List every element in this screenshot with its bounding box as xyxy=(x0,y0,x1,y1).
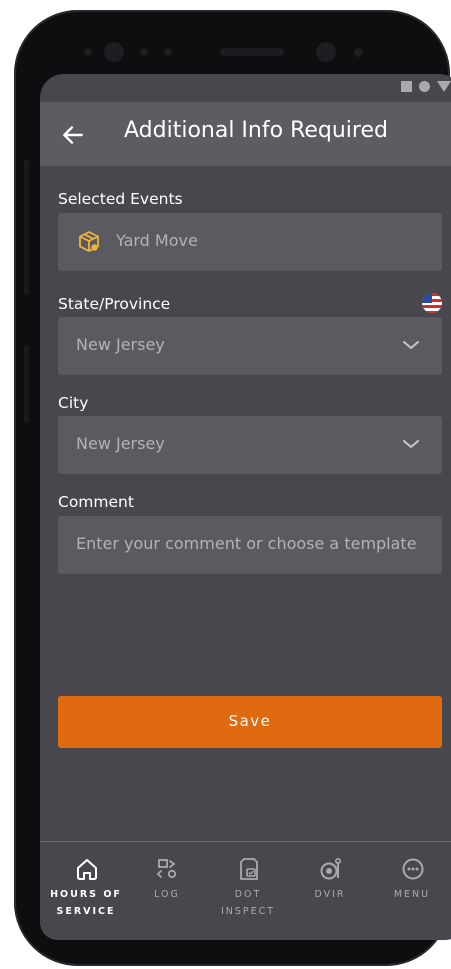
side-button xyxy=(24,160,29,295)
sensor-dot xyxy=(164,48,172,56)
city-label: City xyxy=(58,394,89,412)
nav-dot-inspect[interactable]: DOT INSPECT xyxy=(208,842,288,940)
log-icon xyxy=(156,859,177,879)
comment-placeholder: Enter your comment or choose a template xyxy=(76,534,417,553)
phone-frame: Additional Info Required Selected Events… xyxy=(14,10,451,966)
state-value: New Jersey xyxy=(76,335,165,354)
nav-dvir[interactable]: DVIR xyxy=(290,842,370,940)
page-title: Additional Info Required xyxy=(124,118,388,143)
earpiece-speaker xyxy=(220,48,284,56)
notification-icon xyxy=(401,81,412,92)
nav-menu[interactable]: MENU xyxy=(372,842,451,940)
city-select[interactable]: New Jersey xyxy=(58,416,442,474)
comment-input[interactable]: Enter your comment or choose a template xyxy=(58,516,442,574)
sensor-dot xyxy=(140,48,148,56)
state-select[interactable]: New Jersey xyxy=(58,317,442,375)
save-button[interactable]: Save xyxy=(58,696,442,748)
chevron-down-icon xyxy=(403,341,419,349)
selected-events-label: Selected Events xyxy=(58,190,183,208)
city-value: New Jersey xyxy=(76,434,165,453)
nav-hours-of-service[interactable]: HOURS OF SERVICE xyxy=(46,842,126,940)
sensor-dot xyxy=(84,48,92,56)
menu-dots-icon xyxy=(402,858,424,880)
arrow-left-icon[interactable] xyxy=(60,122,86,148)
nav-label: HOURS OF SERVICE xyxy=(50,889,122,917)
selected-event-value: Yard Move xyxy=(116,231,198,250)
clipboard-check-icon xyxy=(240,858,258,880)
status-dot-icon xyxy=(419,81,430,92)
front-camera xyxy=(104,42,124,62)
package-box-icon xyxy=(79,231,99,252)
nav-label: DVIR xyxy=(314,889,346,900)
nav-label: DOT INSPECT xyxy=(220,889,276,917)
nav-log[interactable]: LOG xyxy=(127,842,207,940)
nav-label: LOG xyxy=(154,889,180,900)
comment-label: Comment xyxy=(58,493,134,511)
dvir-tire-icon xyxy=(320,857,341,880)
state-label: State/Province xyxy=(58,295,171,313)
save-button-label: Save xyxy=(228,712,272,730)
us-flag-icon xyxy=(422,293,442,313)
chevron-down-icon xyxy=(403,440,419,448)
sensor-dot xyxy=(354,48,363,57)
bottom-nav: HOURS OF SERVICE LOG DOT INSPECT DVIR ME… xyxy=(40,841,451,940)
signal-icon xyxy=(437,81,451,92)
app-bar: Additional Info Required xyxy=(40,102,451,166)
selected-events-field: Yard Move xyxy=(58,213,442,271)
iris-scanner xyxy=(316,42,336,62)
home-icon xyxy=(77,859,97,880)
nav-label: MENU xyxy=(393,889,431,900)
status-bar xyxy=(40,74,451,102)
app-screen: Additional Info Required Selected Events… xyxy=(40,74,451,940)
side-button xyxy=(24,345,29,423)
